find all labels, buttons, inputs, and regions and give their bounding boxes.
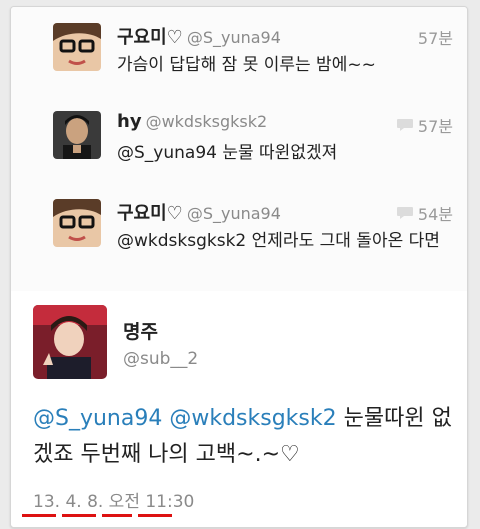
- reply-bubble-icon: [396, 119, 413, 131]
- author-handle[interactable]: @sub__2: [123, 349, 198, 369]
- author-handle[interactable]: @wkdsksgksk2: [146, 112, 268, 131]
- reply-bubble-icon: [396, 207, 413, 219]
- time-label: 57분: [417, 29, 453, 48]
- mention-link[interactable]: @S_yuna94: [33, 406, 162, 431]
- author-handle[interactable]: @S_yuna94: [187, 204, 281, 223]
- tweet-time[interactable]: 54분: [396, 201, 453, 225]
- author-line: 구요미♡ @S_yuna94: [117, 23, 281, 49]
- author-name[interactable]: 구요미♡: [117, 27, 183, 48]
- red-underline-mark: [138, 514, 172, 517]
- tweet-conversation: 구요미♡ @S_yuna94 57분 가슴이 답답해 잠 못 이루는 밤에~~ h…: [10, 6, 468, 528]
- tweet-time[interactable]: 57분: [418, 25, 453, 49]
- author-name[interactable]: hy: [117, 111, 142, 132]
- red-underline-mark: [62, 514, 96, 517]
- tweet-time[interactable]: 57분: [396, 113, 453, 137]
- avatar[interactable]: [53, 199, 101, 247]
- avatar[interactable]: [53, 23, 101, 71]
- time-label: 57분: [417, 117, 453, 136]
- mention-link[interactable]: @wkdsksgksk2: [169, 406, 336, 431]
- author-name[interactable]: 명주: [123, 317, 158, 344]
- conversation-tweet[interactable]: hy @wkdsksgksk2 57분 @S_yuna94 눈물 따윈없겠져: [11, 95, 467, 184]
- tweet-text: 가슴이 답답해 잠 못 이루는 밤에~~: [117, 55, 376, 75]
- author-line: hy @wkdsksgksk2: [117, 111, 267, 132]
- main-tweet: 명주 @sub__2 @S_yuna94 @wkdsksgksk2 눈물따윈 없…: [11, 291, 467, 527]
- red-underline-mark: [22, 514, 56, 517]
- author-handle[interactable]: @S_yuna94: [187, 28, 281, 47]
- author-name[interactable]: 구요미♡: [117, 203, 183, 224]
- author-line: 구요미♡ @S_yuna94: [117, 199, 281, 225]
- conversation-tweet[interactable]: 구요미♡ @S_yuna94 57분 가슴이 답답해 잠 못 이루는 밤에~~: [11, 7, 467, 96]
- avatar[interactable]: [53, 111, 101, 159]
- tweet-timestamp[interactable]: 13. 4. 8. 오전 11:30: [33, 487, 194, 512]
- tweet-text: @S_yuna94 @wkdsksgksk2 눈물따윈 없겠죠 두번째 나의 고…: [33, 401, 453, 473]
- conversation-tweet[interactable]: 구요미♡ @S_yuna94 54분 @wkdsksgksk2 언제라도 그대 돌…: [11, 183, 467, 292]
- red-underline-mark: [102, 514, 132, 517]
- avatar[interactable]: [33, 305, 107, 379]
- tweet-text: @S_yuna94 눈물 따윈없겠져: [117, 143, 338, 163]
- time-label: 54분: [417, 205, 453, 224]
- tweet-text: @wkdsksgksk2 언제라도 그대 돌아온 다면: [117, 231, 440, 251]
